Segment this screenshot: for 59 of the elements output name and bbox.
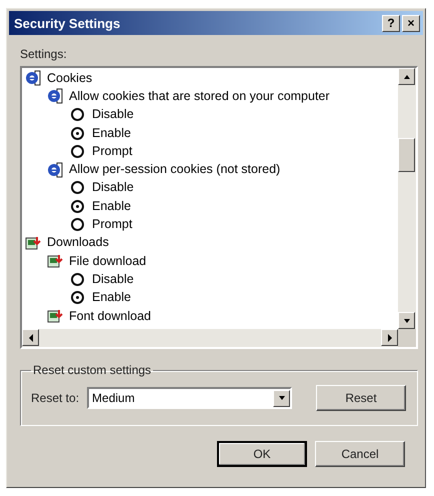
reset-button[interactable]: Reset: [316, 385, 406, 411]
scroll-thumb[interactable]: [398, 138, 415, 172]
option-label: Enable: [92, 290, 131, 306]
radio-option[interactable]: Enable: [25, 197, 398, 216]
setting-label: Allow cookies that are stored on your computer: [69, 88, 330, 104]
setting-label: Downloads: [47, 235, 109, 250]
setting-label: File download: [69, 254, 146, 269]
radio-button[interactable]: [71, 218, 84, 232]
up-arrow-icon: [402, 72, 410, 80]
option-label: Enable: [92, 126, 131, 141]
dialog-button[interactable]: Cancel: [315, 441, 405, 467]
option-label: Disable: [92, 107, 134, 122]
scroll-left-button[interactable]: [22, 329, 39, 346]
horizontal-scrollbar[interactable]: [22, 329, 398, 347]
radio-button[interactable]: [71, 272, 84, 286]
reset-level-dropdown[interactable]: Medium: [87, 387, 292, 409]
option-label: Disable: [92, 272, 134, 287]
scroll-right-button[interactable]: [381, 329, 398, 346]
radio-option[interactable]: Disable: [25, 270, 398, 289]
radio-button[interactable]: [71, 126, 84, 140]
radio-button[interactable]: [71, 200, 84, 213]
option-label: Prompt: [92, 217, 132, 232]
radio-option[interactable]: Enable: [25, 124, 398, 142]
caret-icon: [278, 394, 286, 402]
setting-label: Allow per-session cookies (not stored): [69, 162, 280, 178]
download-settings-icon: [47, 253, 64, 270]
radio-button[interactable]: [71, 108, 84, 122]
scrollbar-corner: [398, 329, 416, 347]
close-button[interactable]: ×: [402, 14, 420, 32]
download-settings-icon: [47, 308, 64, 324]
option-label: Prompt: [92, 144, 132, 159]
dialog-button[interactable]: OK: [217, 441, 307, 467]
browser-settings-icon: [47, 88, 64, 104]
down-arrow-icon: [402, 316, 410, 324]
window-title: Security Settings: [14, 16, 122, 30]
scroll-up-button[interactable]: [398, 68, 415, 85]
scroll-down-button[interactable]: [398, 312, 415, 329]
vertical-scrollbar[interactable]: [398, 68, 416, 329]
browser-settings-icon: [25, 70, 42, 86]
right-arrow-icon: [386, 334, 394, 342]
radio-option[interactable]: Disable: [25, 178, 398, 198]
left-arrow-icon: [26, 334, 34, 342]
setting-label: Font download: [69, 308, 152, 324]
browser-settings-icon: [47, 162, 64, 178]
setting-label: Cookies: [47, 70, 92, 86]
download-settings-icon: [25, 234, 42, 251]
radio-button[interactable]: [71, 291, 84, 304]
settings-label: Settings:: [20, 47, 68, 61]
option-label: Disable: [92, 180, 134, 196]
radio-option[interactable]: Enable: [25, 288, 398, 307]
radio-option[interactable]: Disable: [25, 106, 398, 124]
radio-option[interactable]: Prompt: [25, 215, 398, 234]
reset-to-label: Reset to:: [31, 391, 80, 405]
help-button[interactable]: ?: [382, 14, 400, 32]
radio-option[interactable]: Prompt: [25, 142, 398, 160]
group-title: Reset custom settings: [32, 363, 152, 377]
radio-button[interactable]: [71, 144, 84, 158]
option-label: Enable: [92, 198, 131, 214]
radio-button[interactable]: [71, 181, 84, 194]
